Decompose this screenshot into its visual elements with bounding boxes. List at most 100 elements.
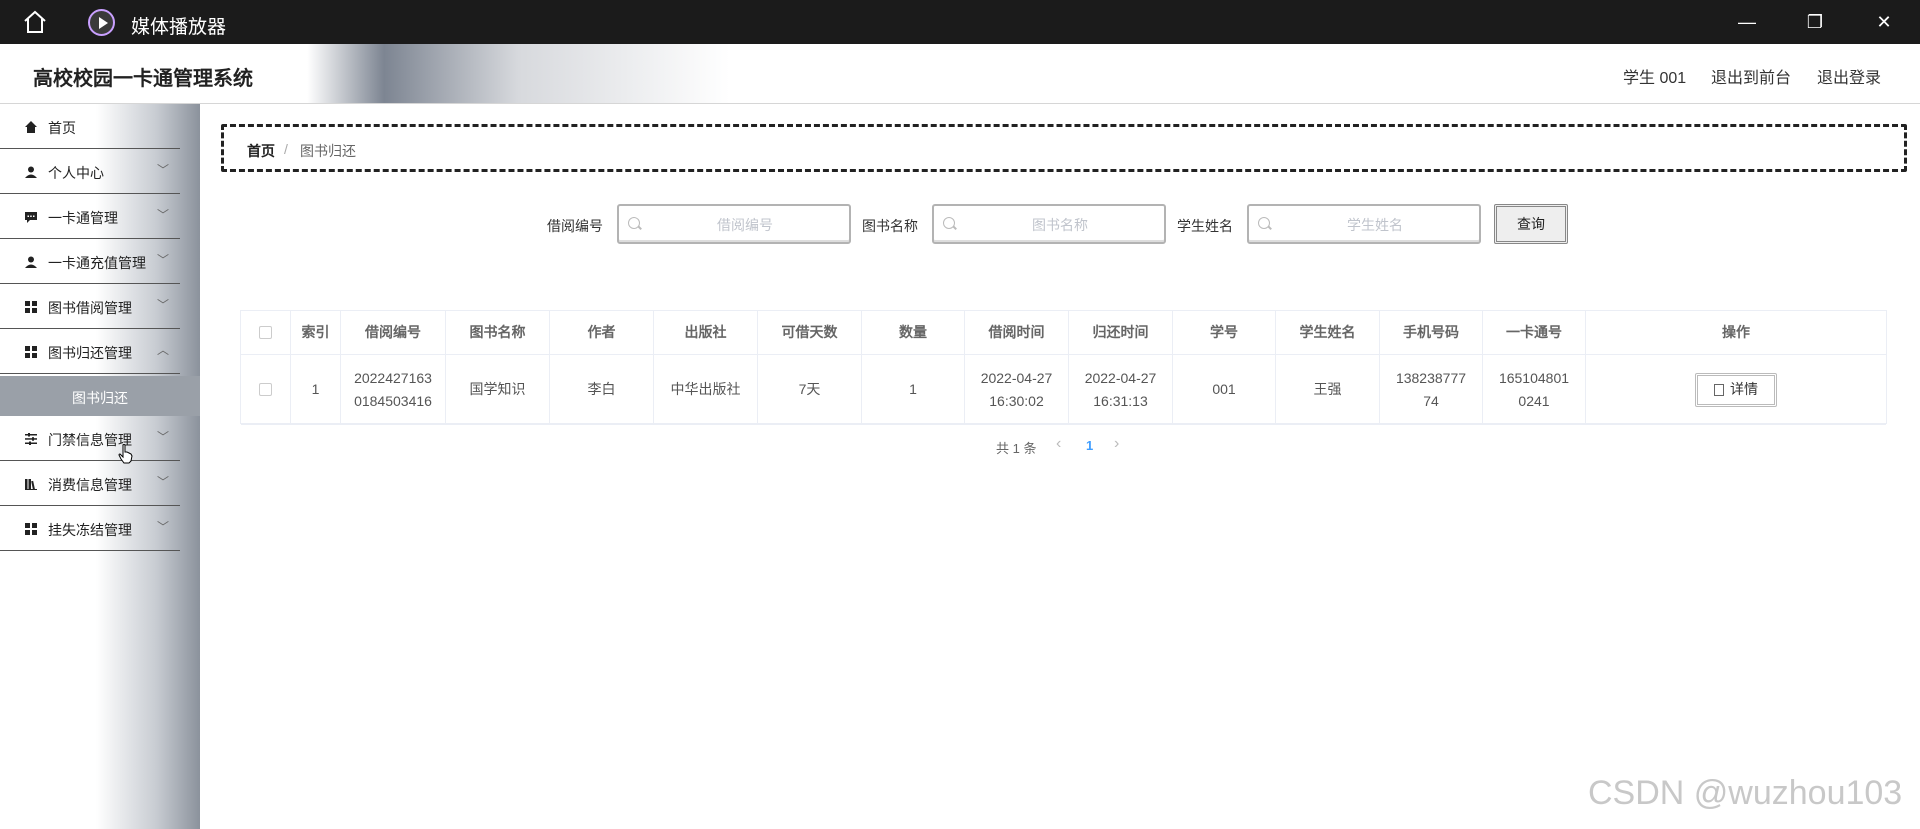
sidebar-item-label: 图书归还管理	[48, 345, 132, 361]
table-cell: 2022-04-27 16:30:02	[965, 355, 1069, 424]
borrow-no-input[interactable]	[645, 214, 845, 236]
page-number-current[interactable]: 1	[1086, 438, 1093, 453]
home-icon	[25, 121, 37, 133]
table-header-cell: 学生姓名	[1276, 311, 1380, 354]
document-icon	[1714, 383, 1724, 396]
sidebar-item-personal[interactable]: 个人中心 ﹀	[0, 149, 180, 194]
query-button[interactable]: 查询	[1494, 204, 1568, 244]
sidebar-item-access[interactable]: 门禁信息管理 ﹀	[0, 416, 180, 461]
home-icon[interactable]	[22, 10, 48, 34]
sidebar-item-label: 一卡通管理	[48, 210, 118, 226]
chat-icon	[25, 212, 37, 223]
table-header-cell: 数量	[862, 311, 965, 354]
grid-icon	[25, 301, 37, 313]
sidebar-item-label: 图书借阅管理	[48, 300, 132, 316]
grid-icon	[25, 523, 37, 535]
chevron-down-icon: ﹀	[157, 253, 170, 267]
chevron-down-icon: ﹀	[157, 208, 170, 222]
breadcrumb-home[interactable]: 首页	[247, 141, 275, 161]
search-icon	[1258, 217, 1270, 229]
search-icon	[628, 217, 640, 229]
os-titlebar: 媒体播放器 — ❐ ✕	[0, 0, 1920, 44]
user-icon	[25, 256, 37, 268]
search-icon	[943, 217, 955, 229]
sidebar-item-freeze[interactable]: 挂失冻结管理 ﹀	[0, 506, 180, 551]
detail-button[interactable]: 详情	[1695, 372, 1777, 407]
sidebar: 首页 个人中心 ﹀ 一卡通管理 ﹀ 一卡通充值管理 ﹀ 图书借阅管理 ﹀ 图书归…	[0, 104, 200, 829]
prev-page-button[interactable]: ‹	[1056, 435, 1061, 453]
sliders-icon	[25, 433, 37, 445]
row-select-cell[interactable]	[241, 355, 291, 424]
sidebar-item-label: 一卡通充值管理	[48, 255, 146, 271]
sidebar-item-label: 首页	[48, 120, 76, 136]
book-name-input[interactable]	[960, 214, 1160, 236]
sidebar-item-borrow[interactable]: 图书借阅管理 ﹀	[0, 284, 180, 329]
borrow-no-field[interactable]	[617, 204, 851, 244]
breadcrumb-separator: /	[284, 141, 288, 157]
table-header-cell: 操作	[1722, 324, 1750, 340]
table-cell: 1	[862, 355, 965, 424]
logout-link[interactable]: 退出登录	[1817, 64, 1881, 88]
student-name-field[interactable]	[1247, 204, 1481, 244]
sidebar-item-card[interactable]: 一卡通管理 ﹀	[0, 194, 180, 239]
hand-cursor-icon	[118, 444, 133, 464]
chevron-down-icon: ﹀	[157, 430, 170, 444]
table-header-cell: 作者	[550, 311, 654, 354]
header-select-all[interactable]	[241, 311, 291, 354]
sidebar-item-label: 挂失冻结管理	[48, 522, 132, 538]
user-icon	[25, 166, 37, 178]
row-checkbox[interactable]	[259, 383, 272, 396]
back-to-front-link[interactable]: 退出到前台	[1711, 64, 1791, 88]
table-header-cell: 索引	[291, 311, 341, 354]
maximize-button[interactable]: ❐	[1801, 8, 1829, 36]
student-name-input[interactable]	[1275, 214, 1475, 236]
chevron-down-icon: ﹀	[157, 298, 170, 312]
table-cell: 2022-04-27 16:31:13	[1069, 355, 1173, 424]
current-user: 学生 001	[1623, 70, 1687, 87]
chevron-up-icon: ︿	[157, 343, 170, 357]
media-player-icon	[88, 9, 115, 36]
bars-icon	[25, 479, 37, 490]
chevron-down-icon: ﹀	[157, 475, 170, 489]
table-header-cell: 一卡通号	[1483, 311, 1586, 354]
sidebar-item-recharge[interactable]: 一卡通充值管理 ﹀	[0, 239, 180, 284]
table-header-cell: 图书名称	[446, 311, 550, 354]
pagination-total: 共 1 条	[996, 441, 1037, 456]
chevron-down-icon: ﹀	[157, 520, 170, 534]
grid-icon	[25, 346, 37, 358]
sidebar-item-consume[interactable]: 消费信息管理 ﹀	[0, 461, 180, 506]
system-title: 高校校园一卡通管理系统	[33, 68, 253, 90]
table-header-cell: 借阅编号	[341, 311, 446, 354]
table-cell: 李白	[550, 355, 654, 424]
table-cell: 中华出版社	[654, 355, 758, 424]
sidebar-item-label: 个人中心	[48, 165, 104, 181]
close-button[interactable]: ✕	[1870, 8, 1898, 36]
table-header-cell: 归还时间	[1069, 311, 1173, 354]
sidebar-subitem-label: 图书归还	[72, 390, 128, 406]
table-cell: 001	[1173, 355, 1276, 424]
book-name-field[interactable]	[932, 204, 1166, 244]
table-cell: 138238777 74	[1380, 355, 1483, 424]
detail-button-label: 详情	[1730, 381, 1758, 397]
filter-label-borrow-no: 借阅编号	[547, 218, 603, 234]
table-header-cell: 手机号码	[1380, 311, 1483, 354]
breadcrumb: 首页 / 图书归还	[221, 124, 1907, 172]
select-all-checkbox[interactable]	[259, 326, 272, 339]
sidebar-item-home[interactable]: 首页	[0, 104, 180, 149]
sidebar-subitem-book-return[interactable]: 图书归还	[0, 376, 200, 416]
app-title: 媒体播放器	[131, 17, 227, 38]
table-row: 1 2022427163 0184503416 国学知识 李白 中华出版社 7天…	[241, 355, 1886, 425]
next-page-button[interactable]: ›	[1114, 435, 1119, 453]
minimize-button[interactable]: —	[1733, 8, 1761, 36]
table-cell: 165104801 0241	[1483, 355, 1586, 424]
table-cell: 7天	[758, 355, 862, 424]
table-cell: 王强	[1276, 355, 1380, 424]
filter-label-student-name: 学生姓名	[1177, 218, 1233, 234]
sidebar-item-return[interactable]: 图书归还管理 ︿	[0, 329, 180, 374]
watermark: CSDN @wuzhou103	[1588, 774, 1903, 812]
breadcrumb-current: 图书归还	[300, 143, 356, 159]
table-cell: 国学知识	[446, 355, 550, 424]
table-header-row: 索引 借阅编号 图书名称 作者 出版社 可借天数 数量 借阅时间 归还时间 学号…	[241, 311, 1886, 355]
table-cell: 1	[291, 355, 341, 424]
table-cell: 2022427163 0184503416	[341, 355, 446, 424]
